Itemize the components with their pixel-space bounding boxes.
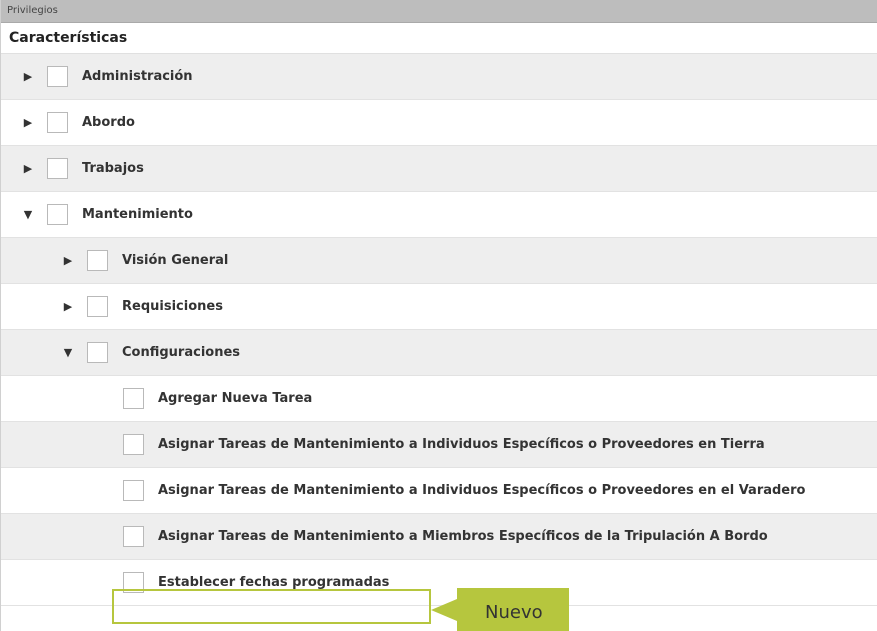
tree-row-mantenimiento[interactable]: ▼ Mantenimiento xyxy=(1,192,877,238)
checkbox[interactable] xyxy=(47,112,68,133)
checkbox[interactable] xyxy=(123,480,144,501)
checkbox[interactable] xyxy=(47,66,68,87)
tree-row-trabajos[interactable]: ▶ Trabajos xyxy=(1,146,877,192)
expand-arrow-icon[interactable]: ▶ xyxy=(21,70,35,83)
checkbox[interactable] xyxy=(123,388,144,409)
tree-row-requisiciones[interactable]: ▶ Requisiciones xyxy=(1,284,877,330)
checkbox[interactable] xyxy=(87,342,108,363)
checkbox[interactable] xyxy=(47,158,68,179)
new-callout: Nuevo xyxy=(431,588,569,631)
row-label: Mantenimiento xyxy=(82,207,193,222)
callout-label: Nuevo xyxy=(457,588,569,631)
row-label: Administración xyxy=(82,69,193,84)
checkbox[interactable] xyxy=(87,296,108,317)
checkbox[interactable] xyxy=(123,434,144,455)
expand-arrow-icon[interactable]: ▶ xyxy=(61,254,75,267)
callout-pointer-icon xyxy=(431,598,457,621)
expand-arrow-icon[interactable]: ▶ xyxy=(21,116,35,129)
collapse-arrow-icon[interactable]: ▼ xyxy=(21,208,35,221)
row-label: Abordo xyxy=(82,115,135,130)
row-label: Agregar Nueva Tarea xyxy=(158,391,313,406)
row-label: Configuraciones xyxy=(122,345,241,360)
tree-row-agregar-nueva-tarea[interactable]: Agregar Nueva Tarea xyxy=(1,376,877,422)
row-label: Trabajos xyxy=(82,161,144,176)
tree-row-vision-general[interactable]: ▶ Visión General xyxy=(1,238,877,284)
tree-row-asignar-tierra[interactable]: Asignar Tareas de Mantenimiento a Indivi… xyxy=(1,422,877,468)
tree-row-asignar-tripulacion[interactable]: Asignar Tareas de Mantenimiento a Miembr… xyxy=(1,514,877,560)
row-label: Establecer fechas programadas xyxy=(158,575,390,590)
row-label: Asignar Tareas de Mantenimiento a Miembr… xyxy=(158,529,768,544)
row-label: Visión General xyxy=(122,253,229,268)
checkbox[interactable] xyxy=(87,250,108,271)
row-label: Requisiciones xyxy=(122,299,223,314)
checkbox[interactable] xyxy=(123,572,144,593)
row-label: Asignar Tareas de Mantenimiento a Indivi… xyxy=(158,483,806,498)
privileges-panel: Privilegios Características ▶ Administra… xyxy=(0,0,877,631)
panel-header: Privilegios xyxy=(1,0,877,23)
tree-row-configuraciones[interactable]: ▼ Configuraciones xyxy=(1,330,877,376)
row-label: Asignar Tareas de Mantenimiento a Indivi… xyxy=(158,437,765,452)
collapse-arrow-icon[interactable]: ▼ xyxy=(61,346,75,359)
expand-arrow-icon[interactable]: ▶ xyxy=(61,300,75,313)
checkbox[interactable] xyxy=(123,526,144,547)
section-title: Características xyxy=(1,23,877,54)
tree-row-asignar-varadero[interactable]: Asignar Tareas de Mantenimiento a Indivi… xyxy=(1,468,877,514)
checkbox[interactable] xyxy=(47,204,68,225)
tree-row-administracion[interactable]: ▶ Administración xyxy=(1,54,877,100)
tree-row-abordo[interactable]: ▶ Abordo xyxy=(1,100,877,146)
expand-arrow-icon[interactable]: ▶ xyxy=(21,162,35,175)
